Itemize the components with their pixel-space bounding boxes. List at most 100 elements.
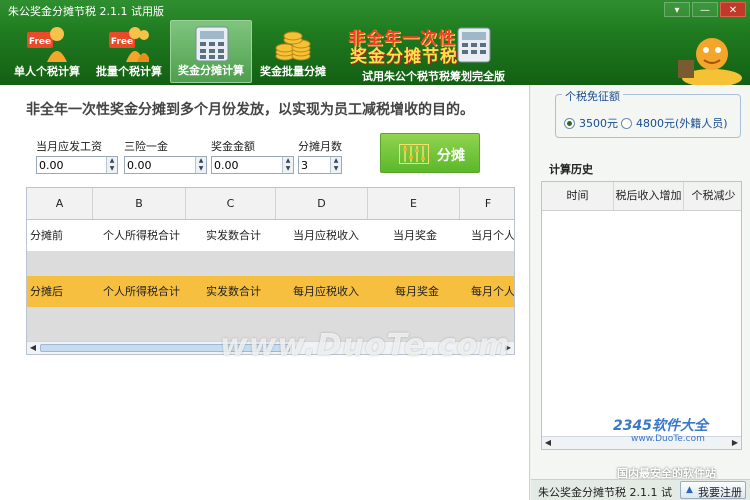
column-header-f[interactable]: F: [460, 188, 514, 219]
grid-cell: 当月应税收入: [293, 229, 359, 242]
tool-single-tax-label: 单人个税计算: [14, 65, 80, 78]
column-header-c[interactable]: C: [186, 188, 276, 219]
status-text: 朱公奖金分摊节税 2.1.1 试: [538, 486, 672, 499]
app-header: 朱公奖金分摊节税 2.1.1 试用版 ▾ — ✕ Free 单人个税计算 Fre…: [0, 0, 750, 85]
chevron-up-icon[interactable]: ▲: [331, 157, 341, 165]
salary-input[interactable]: [37, 157, 117, 173]
split-button-label: 分摊: [437, 148, 465, 164]
register-button[interactable]: ▲ 我要注册: [680, 481, 746, 499]
exemption-option-4800[interactable]: 4800元(外籍人员): [621, 115, 728, 131]
scroll-right-icon[interactable]: ▶: [502, 342, 514, 354]
menu-dropdown-button[interactable]: ▾: [664, 2, 690, 17]
insurance-label: 三险一金: [124, 140, 168, 153]
chevron-down-icon[interactable]: ▼: [107, 165, 117, 173]
bonus-input[interactable]: [212, 157, 293, 173]
bonus-stepper: ▲▼: [211, 156, 294, 174]
free-badge-text: Free: [111, 37, 133, 47]
months-stepper: ▲▼: [298, 156, 342, 174]
grid-cell: 当月个人所: [471, 229, 515, 242]
promo-headline-2: 奖金分摊节税: [350, 47, 458, 67]
history-column-time[interactable]: 时间: [542, 182, 614, 210]
salary-spin-arrows[interactable]: ▲ ▼: [106, 157, 117, 173]
tool-bonus-split-button[interactable]: 奖金分摊计算: [170, 20, 252, 83]
split-button[interactable]: 分摊: [380, 133, 480, 173]
column-header-a[interactable]: A: [27, 188, 93, 219]
scrollbar-thumb[interactable]: [40, 344, 290, 352]
chevron-down-icon[interactable]: ▼: [331, 165, 341, 173]
grid-cell: 每月应税收入: [293, 285, 359, 298]
free-badge-text: Free: [29, 37, 51, 47]
grid-cell: 每月个人所: [471, 285, 515, 298]
months-spin-arrows[interactable]: ▲ ▼: [330, 157, 341, 173]
tool-batch-tax-label: 批量个税计算: [96, 65, 162, 78]
tool-batch-tax-button[interactable]: Free 批量个税计算: [88, 20, 170, 83]
tool-single-tax-button[interactable]: Free 单人个税计算: [6, 20, 88, 83]
exemption-option-label: 3500元: [579, 117, 618, 130]
radio-selected-icon[interactable]: [564, 117, 575, 129]
chevron-down-icon[interactable]: ▼: [196, 165, 206, 173]
bonus-field-group: 奖金金额 ▲▼: [211, 138, 294, 174]
months-label: 分摊月数: [298, 140, 342, 153]
scroll-left-icon[interactable]: ◀: [542, 437, 554, 449]
promo-full-version-button[interactable]: 非全年一次性 奖金分摊节税 试用朱公个税节税筹划完全版: [330, 22, 520, 84]
grid-cell: 当月奖金: [393, 229, 437, 242]
grid-cell: 实发数合计: [206, 229, 261, 242]
arrow-up-icon: ▲: [686, 485, 693, 495]
column-header-b[interactable]: B: [93, 188, 186, 219]
window-controls: ▾ — ✕: [664, 2, 746, 17]
chevron-up-icon[interactable]: ▲: [107, 157, 117, 165]
mascot-money-icon: [678, 38, 742, 85]
insurance-input[interactable]: [125, 157, 206, 173]
months-field-group: 分摊月数 ▲▼: [298, 138, 342, 174]
history-title: 计算历史: [549, 163, 593, 176]
grid-cell: 每月奖金: [395, 285, 439, 298]
grid-cell: 个人所得税合计: [103, 285, 180, 298]
abacus-icon: [399, 144, 429, 164]
column-header-e[interactable]: E: [368, 188, 460, 219]
grid-cell: 分摊前: [30, 229, 63, 242]
table-row-after[interactable]: 分摊后 个人所得税合计 实发数合计 每月应税收入 每月奖金 每月个人所: [27, 276, 514, 307]
scroll-right-icon[interactable]: ▶: [729, 437, 741, 449]
tax-exemption-group: 个税免征额 3500元 4800元(外籍人员): [555, 88, 741, 138]
promo-label: 试用朱公个税节税筹划完全版: [362, 70, 505, 83]
grid-header-row: A B C D E F: [27, 188, 514, 220]
free-group-icon: Free: [109, 27, 149, 62]
bonus-split-panel: 非全年一次性奖金分摊到多个月份发放，以实现为员工减税增收的目的。 当月应发工资 …: [0, 85, 530, 500]
insurance-field-group: 三险一金 ▲▼: [124, 138, 207, 174]
grid-cell: 个人所得税合计: [103, 229, 180, 242]
chevron-up-icon[interactable]: ▲: [196, 157, 206, 165]
grid-cell: 实发数合计: [206, 285, 261, 298]
watermark-url: www.DuoTe.com: [631, 434, 705, 444]
page-description: 非全年一次性奖金分摊到多个月份发放，以实现为员工减税增收的目的。: [26, 102, 474, 118]
history-column-tax-reduction[interactable]: 个税减少: [684, 182, 741, 210]
minimize-button[interactable]: —: [692, 2, 718, 17]
tool-bonus-batch-label: 奖金批量分摊: [260, 65, 326, 78]
salary-field-group: 当月应发工资 ▲▼: [36, 138, 118, 174]
exemption-option-label: 4800元(外籍人员): [636, 117, 728, 130]
insurance-spin-arrows[interactable]: ▲ ▼: [195, 157, 206, 173]
bonus-spin-arrows[interactable]: ▲ ▼: [282, 157, 293, 173]
tax-exemption-title: 个税免征额: [562, 88, 623, 104]
history-header-row: 时间 税后收入增加 个税减少: [542, 182, 741, 211]
watermark-brand: 2345软件大全: [613, 418, 708, 434]
calculator-icon: [457, 27, 491, 63]
chevron-up-icon[interactable]: ▲: [283, 157, 293, 165]
history-table: 时间 税后收入增加 个税减少 ◀ ▶: [541, 181, 742, 450]
scroll-left-icon[interactable]: ◀: [27, 342, 39, 354]
salary-label: 当月应发工资: [36, 140, 102, 153]
chevron-down-icon[interactable]: ▼: [283, 165, 293, 173]
radio-unselected-icon[interactable]: [621, 117, 632, 129]
column-header-d[interactable]: D: [276, 188, 368, 219]
title-bar: 朱公奖金分摊节税 2.1.1 试用版 ▾ — ✕: [0, 0, 750, 20]
status-bar: 朱公奖金分摊节税 2.1.1 试 ▲ 我要注册: [531, 479, 750, 500]
insurance-stepper: ▲▼: [124, 156, 207, 174]
history-column-income-increase[interactable]: 税后收入增加: [614, 182, 684, 210]
exemption-option-3500[interactable]: 3500元: [564, 115, 618, 131]
tool-bonus-batch-button[interactable]: 奖金批量分摊: [252, 20, 334, 83]
table-row-before[interactable]: 分摊前 个人所得税合计 实发数合计 当月应税收入 当月奖金 当月个人所: [27, 220, 514, 251]
salary-stepper: ▲▼: [36, 156, 118, 174]
grid-cell: 分摊后: [30, 285, 63, 298]
window-title: 朱公奖金分摊节税 2.1.1 试用版: [8, 5, 164, 18]
close-button[interactable]: ✕: [720, 2, 746, 17]
grid-horizontal-scrollbar[interactable]: ◀ ▶: [27, 341, 514, 354]
